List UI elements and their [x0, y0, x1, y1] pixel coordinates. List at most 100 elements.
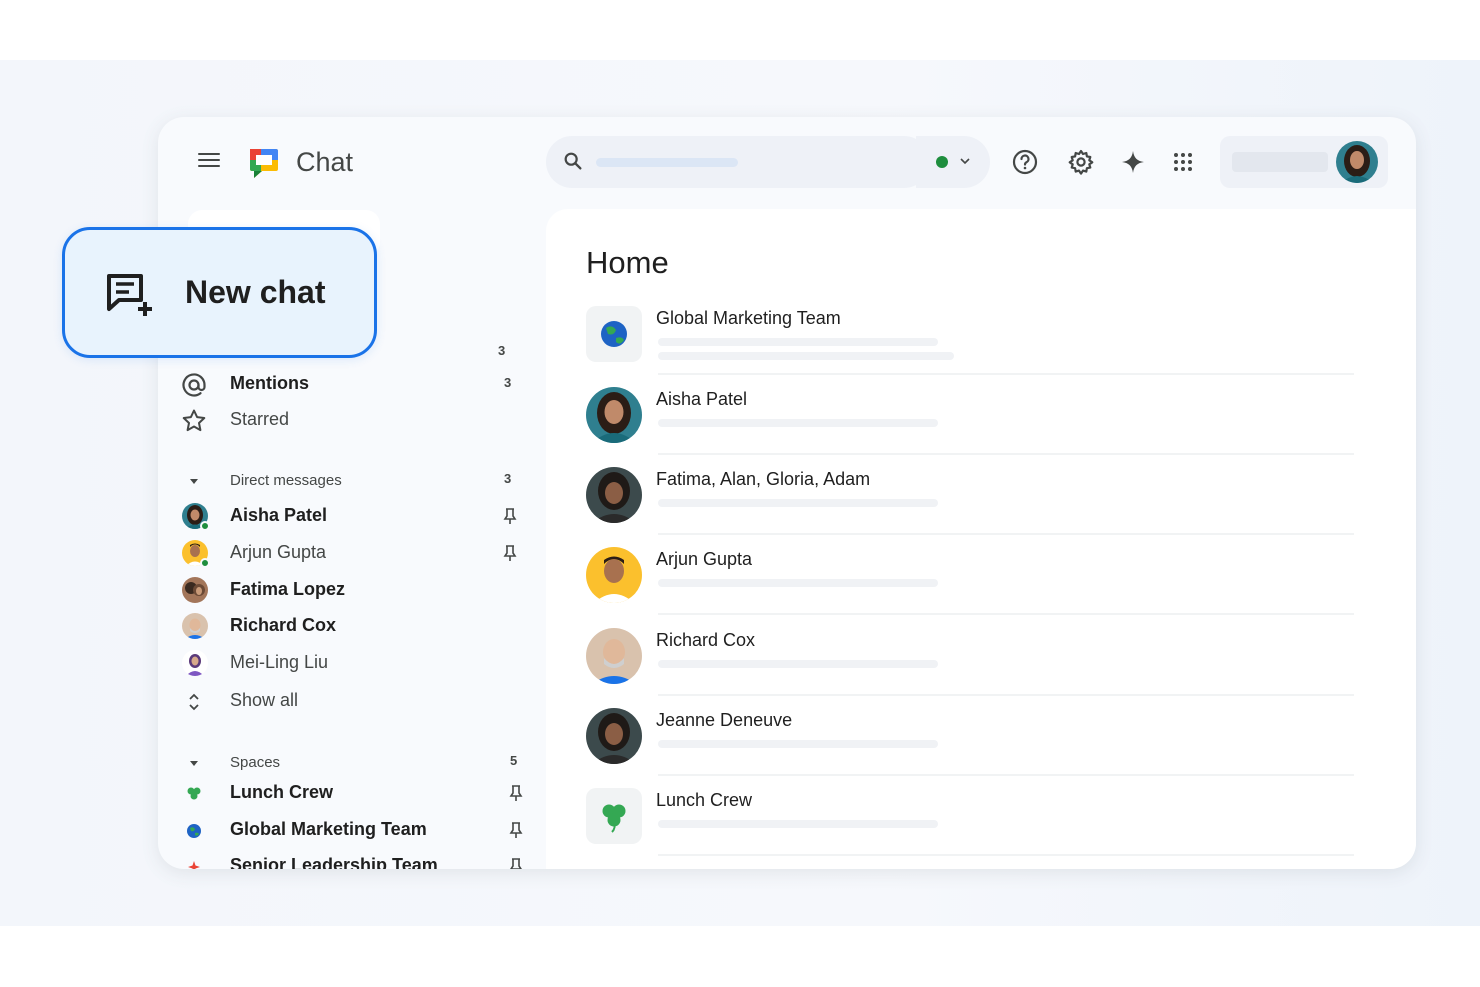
sidebar-item-starred[interactable]: Starred [180, 403, 525, 437]
sparkle-icon [188, 861, 200, 869]
show-all-button[interactable]: Show all [180, 684, 525, 718]
conversation-name: Fatima, Alan, Gloria, Adam [656, 469, 871, 489]
dm-label: Mei-Ling Liu [230, 652, 329, 672]
dm-label: Aisha Patel [230, 505, 328, 525]
dm-item-fatima-lopez[interactable]: Fatima Lopez [180, 573, 525, 607]
avatar [182, 577, 208, 603]
message-preview-placeholder [658, 820, 938, 828]
message-preview-placeholder [658, 352, 954, 360]
conversation-richard-cox[interactable]: Richard Cox [586, 628, 1356, 708]
search-placeholder [596, 158, 738, 167]
conversation-arjun-gupta[interactable]: Arjun Gupta [586, 547, 1356, 627]
pin-icon[interactable] [508, 784, 524, 802]
divider [658, 854, 1354, 856]
conversation-aisha-patel[interactable]: Aisha Patel [586, 387, 1356, 467]
space-item-global-marketing-team[interactable]: Global Marketing Team [180, 813, 525, 847]
space-label: Lunch Crew [230, 782, 334, 802]
dm-label: Fatima Lopez [230, 579, 346, 599]
message-preview-placeholder [658, 579, 938, 587]
sidebar-item-label: Starred [230, 409, 290, 429]
space-avatar [586, 788, 642, 844]
message-preview-placeholder [658, 660, 938, 668]
caret-down-icon [190, 479, 198, 484]
divider [658, 613, 1354, 615]
conversation-fatima-alan-gloria-adam[interactable]: Fatima, Alan, Gloria, Adam [586, 467, 1356, 547]
new-chat-icon [107, 274, 152, 316]
divider [658, 373, 1354, 375]
message-preview-placeholder [658, 338, 938, 346]
space-item-lunch-crew[interactable]: Lunch Crew [180, 776, 525, 810]
dm-label: Richard Cox [230, 615, 337, 635]
divider [658, 533, 1354, 535]
caret-down-icon [190, 761, 198, 766]
settings-gear-icon[interactable] [1067, 148, 1095, 176]
sidebar-item-label: Mentions [230, 373, 309, 393]
apps-grid-icon[interactable] [1169, 148, 1197, 176]
conversation-name: Richard Cox [656, 630, 756, 650]
main-menu-icon[interactable] [198, 153, 220, 171]
dm-item-aisha-patel[interactable]: Aisha Patel [180, 499, 525, 533]
at-icon [182, 373, 206, 397]
app-title: Chat [296, 147, 354, 177]
mentions-count: 3 [504, 375, 512, 390]
avatar [586, 547, 642, 603]
home-unread-count: 3 [498, 343, 506, 358]
conversation-name: Global Marketing Team [656, 308, 841, 328]
space-item-senior-leadership-team[interactable]: Senior Leadership Team [180, 849, 525, 869]
chevron-down-icon [960, 158, 970, 165]
conversation-name: Aisha Patel [656, 389, 748, 409]
avatar [586, 467, 642, 523]
show-all-label: Show all [230, 690, 299, 710]
chat-logo-icon [250, 149, 278, 178]
online-indicator [200, 521, 210, 531]
section-label: Spaces [230, 754, 281, 771]
status-selector[interactable] [916, 136, 990, 188]
avatar [182, 650, 208, 676]
pin-icon[interactable] [508, 857, 524, 869]
avatar [586, 628, 642, 684]
conversation-name: Arjun Gupta [656, 549, 753, 569]
online-indicator [200, 558, 210, 568]
dm-item-richard-cox[interactable]: Richard Cox [180, 609, 525, 643]
page-title: Home [586, 245, 669, 280]
dm-item-arjun-gupta[interactable]: Arjun Gupta [180, 536, 525, 570]
conversation-lunch-crew[interactable]: Lunch Crew [586, 788, 1356, 868]
conversation-global-marketing-team[interactable]: Global Marketing Team [586, 306, 1356, 386]
spaces-header[interactable]: Spaces 5 [180, 745, 525, 779]
user-avatar[interactable] [1336, 141, 1378, 183]
pin-icon[interactable] [508, 821, 524, 839]
avatar [182, 613, 208, 639]
pin-icon[interactable] [502, 544, 518, 562]
space-label: Global Marketing Team [230, 819, 427, 839]
divider [658, 774, 1354, 776]
space-avatar [586, 306, 642, 362]
star-icon [182, 409, 206, 432]
dm-unread-count: 3 [504, 471, 512, 486]
globe-icon [601, 321, 627, 347]
spaces-unread-count: 5 [510, 753, 518, 768]
avatar [586, 708, 642, 764]
gemini-sparkle-icon[interactable] [1119, 148, 1147, 176]
account-area[interactable] [1220, 136, 1388, 188]
conversation-jeanne-deneuve[interactable]: Jeanne Deneuve [586, 708, 1356, 788]
globe-icon [187, 824, 201, 838]
account-name-placeholder [1232, 152, 1328, 172]
message-preview-placeholder [658, 499, 938, 507]
dm-label: Arjun Gupta [230, 542, 327, 562]
pin-icon[interactable] [502, 507, 518, 525]
space-label: Senior Leadership Team [230, 855, 438, 869]
home-panel: Home Global Marketing Team Aisha Patel F… [546, 209, 1416, 869]
new-chat-label: New chat [185, 274, 326, 310]
status-dot [936, 156, 948, 168]
expand-icon [189, 693, 199, 711]
search-bar[interactable] [546, 136, 930, 188]
new-chat-button[interactable]: New chat [62, 227, 377, 358]
conversation-name: Lunch Crew [656, 790, 753, 810]
sidebar-item-mentions[interactable]: Mentions 3 [180, 367, 525, 401]
direct-messages-header[interactable]: Direct messages 3 [180, 463, 525, 497]
dm-item-mei-ling-liu[interactable]: Mei-Ling Liu [180, 646, 525, 680]
avatar [586, 387, 642, 443]
help-icon[interactable] [1011, 148, 1039, 176]
conversation-name: Jeanne Deneuve [656, 710, 793, 730]
search-icon [564, 152, 582, 170]
